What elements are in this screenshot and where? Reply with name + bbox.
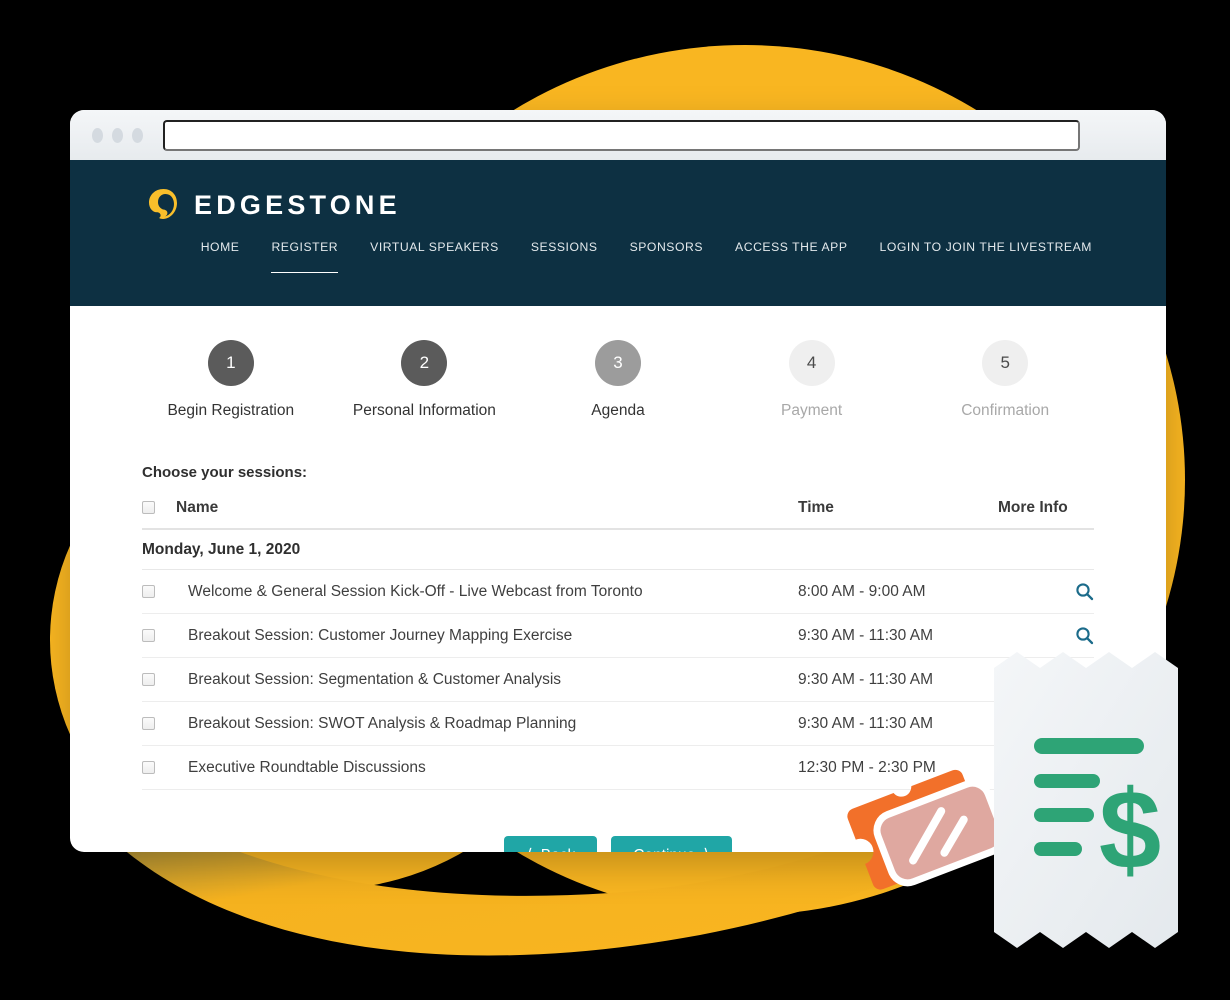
row-checkbox-cell [142,701,176,746]
step-confirmation: 5 Confirmation [908,340,1102,420]
nav-item-access-the-app[interactable]: ACCESS THE APP [735,240,847,273]
row-more-info-cell [998,613,1094,658]
step-4-label: Payment [780,402,843,419]
session-checkbox[interactable] [142,628,155,642]
table-row[interactable]: Welcome & General Session Kick-Off - Liv… [142,569,1094,614]
session-time: 12:30 PM - 2:30 PM [798,745,998,790]
maximize-dot-icon[interactable] [132,127,143,143]
session-name: Breakout Session: Segmentation & Custome… [176,657,798,702]
session-time: 9:30 AM - 11:30 AM [798,701,998,746]
session-time: 9:30 AM - 11:30 AM [798,657,998,702]
row-checkbox-cell [142,657,176,702]
table-row[interactable]: Breakout Session: Segmentation & Custome… [142,657,1094,702]
sessions-table-body: Monday, June 1, 2020 Welcome & General S… [142,529,1094,790]
step-5-number: 5 [982,340,1029,386]
session-name: Welcome & General Session Kick-Off - Liv… [176,569,798,614]
step-3-number: 3 [594,340,641,386]
session-name: Breakout Session: SWOT Analysis & Roadma… [176,701,798,746]
sessions-table-head: Name Time More Info [142,499,1094,530]
step-5-label: Confirmation [961,402,1050,419]
session-time: 8:00 AM - 9:00 AM [798,569,998,614]
wizard-button-row: ⟨ Back Continue ⟩ [142,836,1094,852]
arrow-right-circle-icon: ⟩ [703,847,709,852]
search-icon[interactable] [1075,714,1094,733]
search-icon[interactable] [1075,582,1094,601]
table-row[interactable]: Executive Roundtable Discussions 12:30 P… [142,745,1094,790]
edgestone-leaf-logo-icon [149,189,177,219]
row-checkbox-cell [142,569,176,614]
nav-item-register[interactable]: REGISTER [271,240,338,273]
sessions-table: Name Time More Info Monday, June 1, 2020… [142,499,1094,790]
row-checkbox-cell [142,745,176,790]
arrow-left-circle-icon: ⟨ [526,847,532,852]
session-name: Executive Roundtable Discussions [176,745,798,790]
session-name: Breakout Session: Customer Journey Mappi… [176,613,798,658]
browser-window: EDGESTONE HOME REGISTER VIRTUAL SPEAKERS… [70,110,1166,852]
brand-logo[interactable]: EDGESTONE [70,160,1166,222]
step-1-label: Begin Registration [167,402,295,419]
session-checkbox[interactable] [142,760,155,774]
column-header-time: Time [798,499,998,530]
step-agenda[interactable]: 3 Agenda [521,340,715,420]
row-more-info-cell [998,569,1094,614]
continue-button[interactable]: Continue ⟩ [611,836,732,853]
session-checkbox[interactable] [142,672,155,686]
row-more-info-cell [998,657,1094,702]
column-header-more-info: More Info [998,499,1094,530]
registration-stepper: 1 Begin Registration 2 Personal Informat… [70,306,1166,420]
step-payment: 4 Payment [715,340,909,420]
step-1-number: 1 [207,340,254,386]
nav-item-home[interactable]: HOME [201,240,240,273]
nav-item-sponsors[interactable]: SPONSORS [630,240,703,273]
search-icon[interactable] [1075,670,1094,689]
traffic-light-dots [92,127,143,143]
back-button-label: Back [541,847,575,853]
step-2-label: Personal Information [352,402,496,419]
nav-item-login-livestream[interactable]: LOGIN TO JOIN THE LIVESTREAM [880,240,1092,273]
day-heading-label: Monday, June 1, 2020 [142,529,1094,570]
row-more-info-cell [998,745,1094,790]
nav-item-sessions[interactable]: SESSIONS [531,240,598,273]
row-more-info-cell [998,701,1094,746]
search-icon[interactable] [1075,758,1094,777]
day-heading-row: Monday, June 1, 2020 [142,529,1094,570]
session-time: 9:30 AM - 11:30 AM [798,613,998,658]
step-personal-information[interactable]: 2 Personal Information [328,340,522,420]
select-all-checkbox[interactable] [142,501,155,515]
choose-sessions-title: Choose your sessions: [142,464,308,481]
main-nav: HOME REGISTER VIRTUAL SPEAKERS SESSIONS … [70,222,1166,273]
search-icon[interactable] [1075,626,1094,645]
session-checkbox[interactable] [142,716,155,730]
sessions-content: Choose your sessions: Name Time More Inf… [70,464,1166,852]
table-header-row: Name Time More Info [142,499,1094,530]
session-checkbox[interactable] [142,584,155,598]
back-button[interactable]: ⟨ Back [504,836,598,853]
step-4-number: 4 [788,340,835,386]
step-3-label: Agenda [591,402,645,419]
table-row[interactable]: Breakout Session: SWOT Analysis & Roadma… [142,701,1094,746]
row-checkbox-cell [142,613,176,658]
browser-chrome-bar [70,110,1166,160]
table-row[interactable]: Breakout Session: Customer Journey Mappi… [142,613,1094,658]
continue-button-label: Continue [633,847,695,853]
screenshot-stage: EDGESTONE HOME REGISTER VIRTUAL SPEAKERS… [0,0,1230,1000]
column-header-name: Name [176,499,798,530]
select-all-header [142,499,176,530]
nav-item-virtual-speakers[interactable]: VIRTUAL SPEAKERS [370,240,499,273]
close-dot-icon[interactable] [92,127,103,143]
step-begin-registration[interactable]: 1 Begin Registration [134,340,328,420]
address-bar-input[interactable] [163,119,1080,151]
minimize-dot-icon[interactable] [112,127,123,143]
brand-logo-text: EDGESTONE [194,189,401,220]
step-2-number: 2 [401,340,448,386]
site-header: EDGESTONE HOME REGISTER VIRTUAL SPEAKERS… [70,160,1166,306]
